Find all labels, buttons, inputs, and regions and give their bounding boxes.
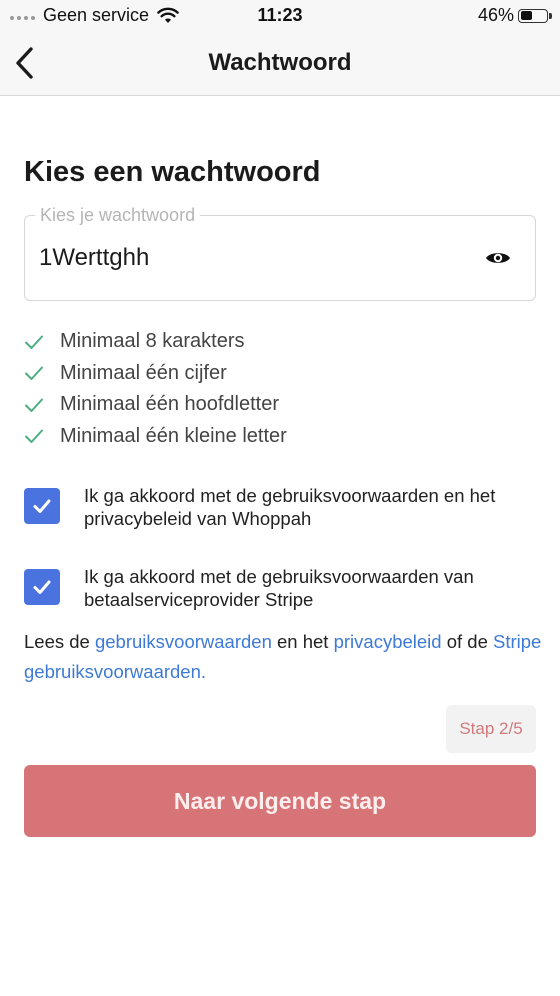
agreement-whoppah-label: Ik ga akkoord met de gebruiksvoorwaarden…: [84, 485, 496, 529]
requirement-min-length: Minimaal 8 karakters: [24, 326, 287, 358]
check-icon: [24, 334, 48, 350]
requirement-digit: Minimaal één cijfer: [24, 358, 287, 390]
privacy-link[interactable]: privacybeleid: [334, 631, 442, 652]
requirement-lowercase: Minimaal één kleine letter: [24, 421, 287, 453]
page-title: Kies een wachtwoord: [24, 156, 321, 188]
status-bar: Geen service 11:23 46%: [0, 0, 560, 32]
terms-link[interactable]: gebruiksvoorwaarden: [95, 631, 272, 652]
checkmark-icon: [33, 580, 51, 594]
check-icon: [24, 428, 48, 444]
password-requirements: Minimaal 8 karakters Minimaal één cijfer…: [24, 326, 287, 452]
requirement-label: Minimaal 8 karakters: [60, 330, 245, 353]
requirement-uppercase: Minimaal één hoofdletter: [24, 389, 287, 421]
status-right: 46%: [477, 5, 552, 26]
requirement-label: Minimaal één hoofdletter: [60, 393, 280, 416]
password-field[interactable]: Kies je wachtwoord: [24, 205, 536, 301]
nav-bar: Wachtwoord: [0, 32, 560, 96]
battery-icon: [518, 8, 552, 23]
eye-icon: [486, 253, 510, 263]
agreement-whoppah-checkbox[interactable]: [24, 488, 60, 524]
requirement-label: Minimaal één kleine letter: [60, 424, 287, 447]
agreement-stripe: Ik ga akkoord met de gebruiksvoorwaarden…: [24, 565, 536, 611]
agreement-stripe-label: Ik ga akkoord met de gebruiksvoorwaarden…: [84, 566, 474, 610]
terms-suffix: of de: [441, 631, 494, 652]
requirement-label: Minimaal één cijfer: [60, 361, 227, 384]
checkmark-icon: [33, 499, 51, 513]
terms-text: Lees de gebruiksvoorwaarden en het priva…: [24, 627, 544, 686]
next-step-button[interactable]: Naar volgende stap: [24, 765, 536, 837]
agreement-stripe-checkbox[interactable]: [24, 569, 60, 605]
show-password-button[interactable]: [483, 246, 513, 270]
terms-prefix: Lees de: [24, 631, 95, 652]
terms-middle: en het: [271, 631, 334, 652]
step-badge: Stap 2/5: [446, 705, 536, 753]
battery-percent: 46%: [477, 5, 514, 25]
check-icon: [24, 365, 48, 381]
battery-fill: [520, 11, 532, 20]
agreement-whoppah: Ik ga akkoord met de gebruiksvoorwaarden…: [24, 484, 536, 530]
status-time: 11:23: [257, 5, 303, 25]
check-icon: [24, 397, 48, 413]
nav-title: Wachtwoord: [208, 49, 352, 76]
password-field-label: Kies je wachtwoord: [35, 205, 201, 226]
password-input[interactable]: [39, 244, 459, 272]
